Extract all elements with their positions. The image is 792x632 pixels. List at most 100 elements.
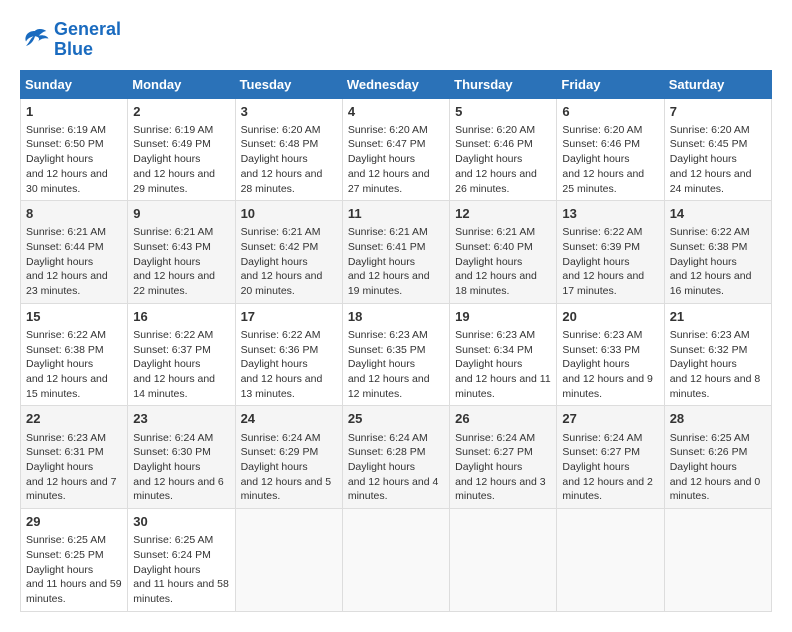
header-tuesday: Tuesday [235,70,342,98]
daylight-duration: and 12 hours and 15 minutes. [26,373,108,400]
daylight-text: Daylight hours [670,358,737,370]
daylight-text: Daylight hours [133,564,200,576]
calendar-cell: 14Sunrise: 6:22 AMSunset: 6:38 PMDayligh… [664,201,771,304]
calendar-header-row: SundayMondayTuesdayWednesdayThursdayFrid… [21,70,772,98]
day-number: 4 [348,103,444,121]
calendar-cell: 3Sunrise: 6:20 AMSunset: 6:48 PMDaylight… [235,98,342,201]
daylight-duration: and 12 hours and 4 minutes. [348,476,439,503]
day-number: 2 [133,103,229,121]
daylight-text: Daylight hours [562,256,629,268]
sunrise-text: Sunrise: 6:25 AM [26,534,106,546]
sunrise-text: Sunrise: 6:22 AM [241,329,321,341]
calendar-cell: 28Sunrise: 6:25 AMSunset: 6:26 PMDayligh… [664,406,771,509]
sunrise-text: Sunrise: 6:21 AM [455,226,535,238]
calendar-cell: 25Sunrise: 6:24 AMSunset: 6:28 PMDayligh… [342,406,449,509]
sunrise-text: Sunrise: 6:25 AM [670,432,750,444]
sunset-text: Sunset: 6:37 PM [133,344,211,356]
daylight-duration: and 12 hours and 5 minutes. [241,476,332,503]
calendar-cell: 22Sunrise: 6:23 AMSunset: 6:31 PMDayligh… [21,406,128,509]
sunrise-text: Sunrise: 6:24 AM [241,432,321,444]
sunset-text: Sunset: 6:38 PM [670,241,748,253]
sunset-text: Sunset: 6:32 PM [670,344,748,356]
sunset-text: Sunset: 6:49 PM [133,138,211,150]
header-wednesday: Wednesday [342,70,449,98]
day-number: 17 [241,308,337,326]
sunrise-text: Sunrise: 6:24 AM [133,432,213,444]
daylight-text: Daylight hours [455,358,522,370]
day-number: 20 [562,308,658,326]
sunset-text: Sunset: 6:26 PM [670,446,748,458]
daylight-duration: and 12 hours and 13 minutes. [241,373,323,400]
calendar-cell: 15Sunrise: 6:22 AMSunset: 6:38 PMDayligh… [21,303,128,406]
daylight-text: Daylight hours [26,153,93,165]
daylight-duration: and 12 hours and 30 minutes. [26,168,108,195]
sunset-text: Sunset: 6:48 PM [241,138,319,150]
day-number: 24 [241,410,337,428]
sunset-text: Sunset: 6:35 PM [348,344,426,356]
day-number: 16 [133,308,229,326]
daylight-duration: and 12 hours and 19 minutes. [348,270,430,297]
daylight-text: Daylight hours [348,153,415,165]
daylight-duration: and 12 hours and 6 minutes. [133,476,224,503]
sunset-text: Sunset: 6:28 PM [348,446,426,458]
sunset-text: Sunset: 6:46 PM [562,138,640,150]
calendar-cell: 12Sunrise: 6:21 AMSunset: 6:40 PMDayligh… [450,201,557,304]
logo-icon [20,25,50,55]
daylight-duration: and 12 hours and 0 minutes. [670,476,761,503]
sunrise-text: Sunrise: 6:25 AM [133,534,213,546]
sunrise-text: Sunrise: 6:23 AM [670,329,750,341]
day-number: 15 [26,308,122,326]
calendar-cell [235,509,342,612]
daylight-duration: and 12 hours and 8 minutes. [670,373,761,400]
sunset-text: Sunset: 6:46 PM [455,138,533,150]
sunset-text: Sunset: 6:30 PM [133,446,211,458]
daylight-text: Daylight hours [241,153,308,165]
sunrise-text: Sunrise: 6:22 AM [133,329,213,341]
sunrise-text: Sunrise: 6:21 AM [241,226,321,238]
daylight-duration: and 12 hours and 29 minutes. [133,168,215,195]
calendar-cell: 17Sunrise: 6:22 AMSunset: 6:36 PMDayligh… [235,303,342,406]
sunrise-text: Sunrise: 6:20 AM [348,124,428,136]
sunset-text: Sunset: 6:33 PM [562,344,640,356]
calendar-week-2: 8Sunrise: 6:21 AMSunset: 6:44 PMDaylight… [21,201,772,304]
daylight-text: Daylight hours [455,461,522,473]
daylight-text: Daylight hours [133,461,200,473]
calendar-cell: 11Sunrise: 6:21 AMSunset: 6:41 PMDayligh… [342,201,449,304]
sunrise-text: Sunrise: 6:23 AM [348,329,428,341]
daylight-duration: and 12 hours and 2 minutes. [562,476,653,503]
page-header: General Blue [20,20,772,60]
calendar-cell: 4Sunrise: 6:20 AMSunset: 6:47 PMDaylight… [342,98,449,201]
sunrise-text: Sunrise: 6:22 AM [562,226,642,238]
daylight-duration: and 12 hours and 26 minutes. [455,168,537,195]
daylight-text: Daylight hours [562,153,629,165]
day-number: 1 [26,103,122,121]
calendar-cell [664,509,771,612]
daylight-text: Daylight hours [562,461,629,473]
daylight-text: Daylight hours [348,461,415,473]
calendar-cell: 8Sunrise: 6:21 AMSunset: 6:44 PMDaylight… [21,201,128,304]
day-number: 10 [241,205,337,223]
daylight-text: Daylight hours [455,256,522,268]
sunset-text: Sunset: 6:29 PM [241,446,319,458]
calendar-week-3: 15 Sunrise: 6:22 AM Sunset: 6:38 PM Dayligh… [21,303,772,406]
daylight-text: Daylight hours [26,256,93,268]
calendar-cell [557,509,664,612]
sunset-text: Sunset: 6:25 PM [26,549,104,561]
calendar-cell: 7Sunrise: 6:20 AMSunset: 6:45 PMDaylight… [664,98,771,201]
calendar-cell: 16Sunrise: 6:22 AMSunset: 6:37 PMDayligh… [128,303,235,406]
sunrise-text: Sunrise: 6:23 AM [455,329,535,341]
sunrise-text: Sunrise: 6:24 AM [455,432,535,444]
calendar-cell: 19Sunrise: 6:23 AMSunset: 6:34 PMDayligh… [450,303,557,406]
day-number: 21 [670,308,766,326]
day-number: 9 [133,205,229,223]
daylight-duration: and 12 hours and 28 minutes. [241,168,323,195]
day-number: 27 [562,410,658,428]
calendar-cell: 23Sunrise: 6:24 AMSunset: 6:30 PMDayligh… [128,406,235,509]
sunset-text: Sunset: 6:38 PM [26,344,104,356]
sunrise-text: Sunrise: 6:19 AM [26,124,106,136]
day-number: 18 [348,308,444,326]
daylight-text: Daylight hours [562,358,629,370]
day-number: 28 [670,410,766,428]
calendar-cell: 24Sunrise: 6:24 AMSunset: 6:29 PMDayligh… [235,406,342,509]
daylight-text: Daylight hours [26,358,93,370]
